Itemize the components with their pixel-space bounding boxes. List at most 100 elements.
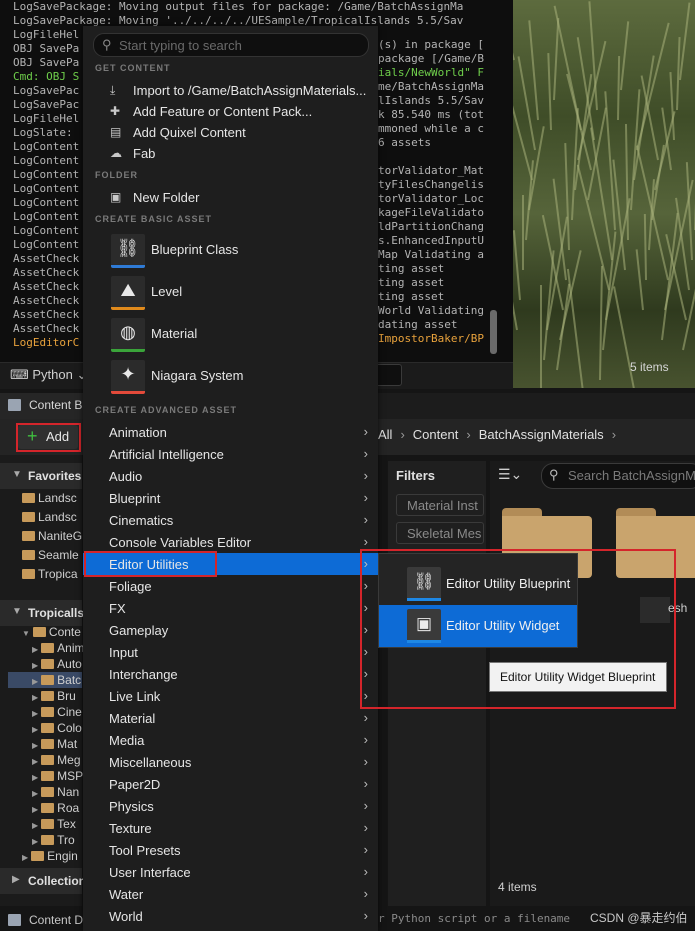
menu-item-category[interactable]: Cinematics ›	[83, 509, 378, 531]
menu-item-category[interactable]: FX ›	[83, 597, 378, 619]
grass-blade	[566, 268, 585, 388]
tree-item[interactable]: ▶ MSP	[32, 769, 83, 783]
grass-blade	[564, 143, 570, 251]
python-console-button[interactable]: ⌨ Python ⌄	[10, 367, 87, 383]
menu-item-basic-asset[interactable]: ⛰ Level	[83, 272, 378, 314]
menu-item-category[interactable]: Miscellaneous ›	[83, 751, 378, 773]
tree-item[interactable]: ▶ Auto	[32, 657, 82, 671]
tree-item[interactable]: ▶ Roa	[32, 801, 79, 815]
menu-item-category[interactable]: Animation ›	[83, 421, 378, 443]
menu-item-category[interactable]: Blueprint ›	[83, 487, 378, 509]
menu-item-category[interactable]: Texture ›	[83, 817, 378, 839]
tree-item[interactable]: ▶ Anim	[32, 641, 85, 655]
breadcrumb-item[interactable]: BatchAssignMaterials	[479, 427, 604, 442]
tree-item[interactable]: ▶ Batc	[32, 673, 81, 687]
menu-item-category[interactable]: Gameplay ›	[83, 619, 378, 641]
chevron-right-icon: ›	[363, 534, 368, 549]
editor-utilities-highlight-box	[84, 551, 217, 577]
favorite-folder[interactable]: NaniteG	[22, 529, 82, 543]
menu-item-category[interactable]: Paper2D ›	[83, 773, 378, 795]
menu-item-category[interactable]: Tool Presets ›	[83, 839, 378, 861]
tree-item[interactable]: ▶ Engin	[22, 849, 78, 863]
menu-item-category[interactable]: Audio ›	[83, 465, 378, 487]
chevron-right-icon: ›	[363, 468, 368, 483]
menu-item-get-content[interactable]: ☁ Fab	[83, 142, 378, 164]
grass-blade	[522, 195, 524, 270]
expand-arrow-icon: ▶	[32, 821, 39, 830]
filter-chip[interactable]: Material Inst	[396, 494, 484, 516]
menu-item-get-content[interactable]: ✚ Add Feature or Content Pack...	[83, 100, 378, 122]
favorite-folder[interactable]: Tropica	[22, 567, 78, 581]
menu-item-category[interactable]: Artificial Intelligence ›	[83, 443, 378, 465]
folder-icon	[41, 643, 55, 653]
tree-item[interactable]: ▶ Mat	[32, 737, 77, 751]
menu-item-label: Tool Presets	[109, 843, 181, 858]
expand-arrow-icon: ▶	[32, 725, 39, 734]
menu-item-label: Material	[109, 711, 156, 726]
menu-item-basic-asset[interactable]: ⛓ Blueprint Class	[83, 230, 378, 272]
breadcrumb-item[interactable]: Content	[413, 427, 459, 442]
menu-item-category[interactable]: Media ›	[83, 729, 378, 751]
menu-item-label: Console Variables Editor	[109, 535, 252, 550]
tree-item[interactable]: ▼ Conte	[22, 625, 81, 639]
log-scrollbar[interactable]	[490, 310, 497, 354]
log-line: dating asset	[378, 318, 458, 331]
tree-item[interactable]: ▶ Colo	[32, 721, 82, 735]
tree-item[interactable]: ▶ Tex	[32, 817, 76, 831]
collections-section[interactable]: ▶ Collection	[0, 868, 86, 894]
tree-item[interactable]: ▶ Meg	[32, 753, 81, 767]
filter-chip[interactable]: Skeletal Mes	[396, 522, 484, 544]
menu-item-category[interactable]: Input ›	[83, 641, 378, 663]
favorite-folder[interactable]: Seamle	[22, 548, 79, 562]
menu-search-input[interactable]: ⚲ Start typing to search	[93, 33, 369, 57]
menu-item-new-folder[interactable]: ▣ New Folder	[83, 186, 378, 208]
expand-arrow-icon: ▶	[22, 853, 29, 862]
tree-label: Batc	[57, 673, 82, 687]
tree-item[interactable]: ▶ Tro	[32, 833, 75, 847]
log-line: ldPartitionChang	[378, 220, 484, 233]
tree-label: Nan	[57, 785, 80, 799]
log-line: Map Validating a	[378, 248, 484, 261]
menu-item-get-content[interactable]: ▤ Add Quixel Content	[83, 121, 378, 143]
tree-label: Colo	[57, 721, 82, 735]
grass-blade	[599, 265, 603, 381]
menu-item-category[interactable]: Water ›	[83, 883, 378, 905]
favorites-section[interactable]: ▼ Favorites	[0, 463, 82, 489]
menu-item-category[interactable]: Console Variables Editor ›	[83, 531, 378, 553]
favorite-folder[interactable]: Landsc	[22, 491, 77, 505]
level-viewport[interactable]	[513, 0, 695, 388]
menu-item-category[interactable]: Foliage ›	[83, 575, 378, 597]
filter-icon[interactable]: ☰⌄	[498, 466, 522, 483]
expand-arrow-icon: ▶	[12, 874, 20, 885]
log-line: LogEditorC	[13, 336, 80, 349]
menu-item-category[interactable]: Physics ›	[83, 795, 378, 817]
menu-item-get-content[interactable]: ⤓ Import to /Game/BatchAssignMaterials...	[83, 79, 378, 101]
log-line: 6 assets	[378, 136, 431, 149]
menu-item-label: Live Link	[109, 689, 161, 704]
tooltip: Editor Utility Widget Blueprint	[489, 662, 667, 692]
favorite-folder[interactable]: Landsc	[22, 510, 77, 524]
menu-item-category[interactable]: Live Link ›	[83, 685, 378, 707]
menu-item-basic-asset[interactable]: ✦ Niagara System	[83, 356, 378, 398]
menu-item-label: Foliage	[109, 579, 152, 594]
expand-arrow-icon: ▶	[32, 805, 39, 814]
asset-search-input[interactable]: ⚲ Search BatchAssignM	[541, 463, 695, 489]
project-section[interactable]: ▼ Tropicalls	[0, 600, 84, 626]
tree-item[interactable]: ▶ Bru	[32, 689, 76, 703]
menu-item-label: Blueprint Class	[151, 242, 239, 257]
menu-item-label: User Interface	[109, 865, 191, 880]
grass-blade	[528, 20, 539, 121]
tree-item[interactable]: ▶ Cine	[32, 705, 82, 719]
menu-item-category[interactable]: World ›	[83, 905, 378, 927]
breadcrumb-item[interactable]: All	[378, 427, 392, 442]
menu-item-basic-asset[interactable]: ◍ Material	[83, 314, 378, 356]
grass-blade	[540, 285, 542, 388]
menu-item-category[interactable]: User Interface ›	[83, 861, 378, 883]
tree-item[interactable]: ▶ Nan	[32, 785, 79, 799]
tree-label: Bru	[57, 689, 76, 703]
python-command-input[interactable]: r Python script or a filename	[378, 912, 570, 925]
niagara-system-icon: ✦	[111, 360, 145, 394]
content-drawer-button[interactable]: Content D	[29, 913, 83, 927]
menu-item-category[interactable]: Material ›	[83, 707, 378, 729]
menu-item-category[interactable]: Interchange ›	[83, 663, 378, 685]
